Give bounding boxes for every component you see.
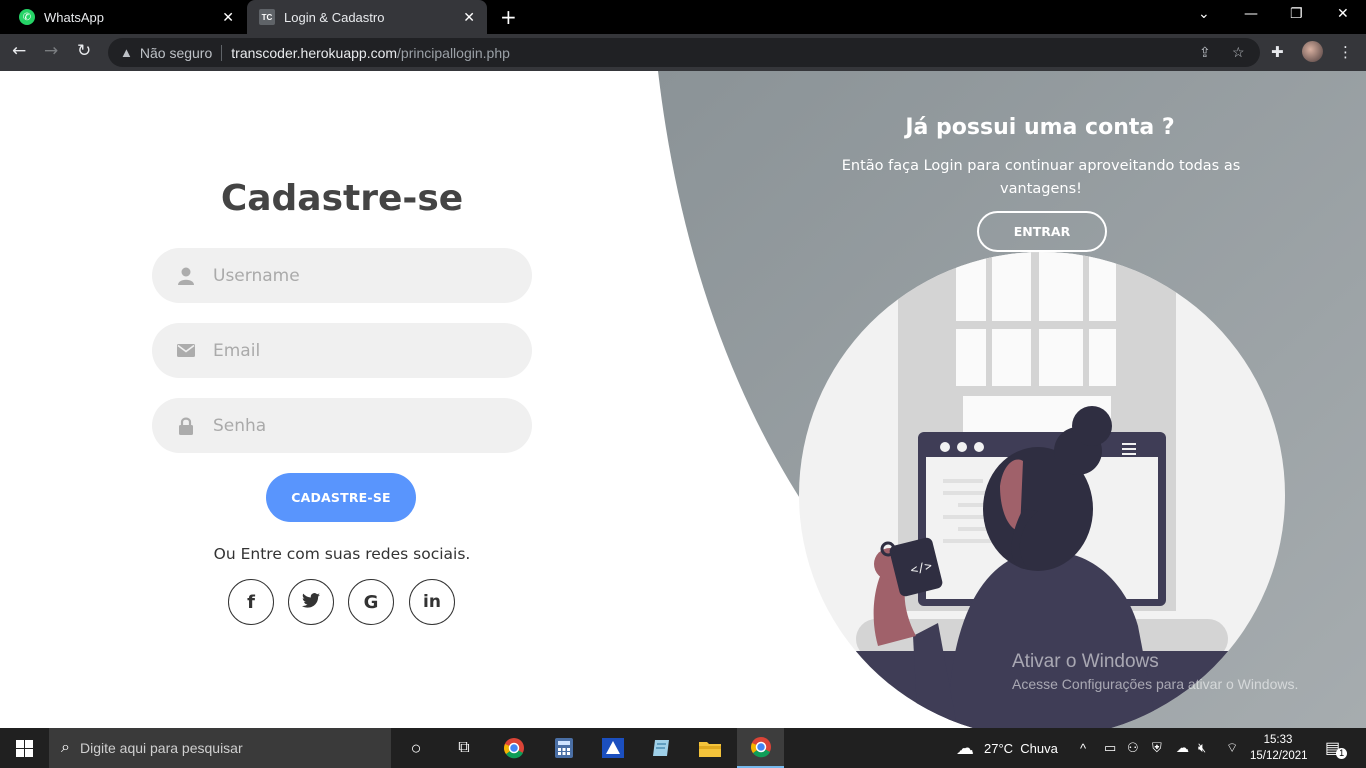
weather-text: 27°C Chuva (984, 740, 1058, 756)
username-input[interactable] (213, 265, 493, 286)
volume-muted-icon[interactable]: 🔇︎ (1198, 728, 1206, 768)
tab-login-cadastro[interactable]: TC Login & Cadastro ✕ (247, 0, 487, 34)
meet-now-icon[interactable]: ▭ (1104, 728, 1116, 768)
cortana-icon[interactable]: ○ (404, 736, 428, 760)
envelope-icon (176, 344, 196, 357)
linkedin-button[interactable]: in (409, 579, 455, 625)
show-hidden-icons[interactable]: ^ (1080, 728, 1086, 768)
browser-tab-bar: ✆ WhatsApp ✕ TC Login & Cadastro ✕ + ⌄ —… (0, 0, 1366, 34)
network-tray-icon[interactable]: ⚇ (1127, 728, 1139, 768)
facebook-icon: f (247, 591, 255, 613)
username-field[interactable] (152, 248, 532, 303)
share-icon[interactable]: ⇪ (1199, 44, 1211, 61)
chrome-active-icon[interactable] (737, 728, 784, 768)
watermark-title: Ativar o Windows (1012, 651, 1159, 672)
whatsapp-icon: ✆ (19, 9, 35, 25)
security-tray-icon[interactable]: ⛨ (1152, 728, 1162, 768)
search-icon: ⌕ (61, 739, 70, 756)
url-host[interactable]: transcoder.herokuapp.com (231, 45, 397, 61)
google-button[interactable]: G (348, 579, 394, 625)
rain-cloud-icon: ☁ (956, 737, 974, 758)
google-icon: G (363, 591, 379, 613)
new-tab-button[interactable]: + (500, 5, 517, 29)
search-placeholder: Digite aqui para pesquisar (79, 740, 243, 756)
taskbar-search[interactable]: ⌕ Digite aqui para pesquisar (49, 728, 391, 768)
wifi-icon[interactable]: ⌔ (1226, 728, 1238, 768)
watermark-subtitle: Acesse Configurações para ativar o Windo… (1012, 676, 1299, 692)
user-icon (176, 267, 196, 285)
twitter-button[interactable] (288, 579, 334, 625)
clock-time: 15:33 (1263, 734, 1293, 746)
email-field[interactable] (152, 323, 532, 378)
login-button[interactable]: ENTRAR (977, 211, 1107, 252)
clock-date: 15/12/2021 (1250, 750, 1308, 762)
restore-button[interactable]: ❐ (1290, 6, 1303, 22)
back-button[interactable]: ← (12, 41, 26, 61)
notification-center[interactable]: ▤ 1 (1325, 728, 1348, 768)
social-login-text: Ou Entre com suas redes sociais. (213, 545, 471, 563)
bookmark-star-icon[interactable]: ☆ (1232, 44, 1245, 61)
password-field[interactable] (152, 398, 532, 453)
linkedin-icon: in (423, 592, 441, 612)
address-bar[interactable]: ▲ Não seguro transcoder.herokuapp.com /p… (108, 38, 1260, 67)
weather-widget[interactable]: ☁ 27°C Chuva (956, 728, 1058, 768)
close-window-button[interactable]: ✕ (1337, 6, 1349, 22)
close-tab-icon[interactable]: ✕ (222, 9, 234, 26)
signup-title: Cadastre-se (220, 178, 464, 219)
twitter-icon (302, 592, 320, 613)
tab-search-icon[interactable]: ⌄ (1198, 6, 1210, 22)
start-button[interactable] (12, 736, 36, 760)
tab-title: WhatsApp (44, 9, 104, 25)
tab-title: Login & Cadastro (284, 9, 385, 25)
panel-text: Então faça Login para continuar aproveit… (841, 158, 1241, 197)
menu-icon[interactable]: ⋮ (1338, 43, 1353, 61)
extensions-icon[interactable]: ✚ (1271, 43, 1284, 61)
task-view-icon[interactable]: ⧉ (452, 736, 476, 760)
panel-title: Já possui uma conta ? (905, 115, 1175, 140)
file-explorer-icon[interactable] (698, 736, 722, 760)
transcoder-icon: TC (259, 9, 275, 25)
system-clock[interactable]: 15:33 15/12/2021 (1250, 732, 1308, 764)
notification-count: 1 (1336, 747, 1348, 759)
windows-taskbar: ⌕ Digite aqui para pesquisar ○ ⧉ ☁ 27°C … (0, 728, 1366, 768)
address-divider (221, 44, 223, 61)
calculator-icon[interactable] (552, 736, 576, 760)
minimize-button[interactable]: — (1244, 6, 1258, 22)
windows-activation-watermark: Ativar o Windows Acesse Configurações pa… (1012, 651, 1298, 692)
app-icon[interactable] (601, 736, 625, 760)
page-content: Cadastre-se CADASTRE-SE Ou Entre com sua… (0, 71, 1366, 728)
facebook-button[interactable]: f (228, 579, 274, 625)
reload-button[interactable]: ↻ (77, 41, 91, 61)
tab-whatsapp[interactable]: ✆ WhatsApp ✕ (0, 0, 246, 34)
profile-avatar[interactable] (1302, 41, 1323, 62)
security-label[interactable]: Não seguro (140, 45, 212, 61)
forward-button[interactable]: → (44, 41, 58, 61)
windows-logo-icon (15, 739, 33, 757)
url-path[interactable]: /principallogin.php (397, 45, 510, 61)
lock-icon (176, 417, 196, 435)
notes-icon[interactable] (649, 736, 673, 760)
warning-icon[interactable]: ▲ (120, 45, 133, 60)
cloud-error-icon[interactable]: ☁ (1176, 728, 1189, 768)
password-input[interactable] (213, 415, 493, 436)
browser-toolbar: ← → ↻ ▲ Não seguro transcoder.herokuapp.… (0, 34, 1366, 71)
close-tab-icon[interactable]: ✕ (463, 9, 475, 26)
email-input[interactable] (213, 340, 493, 361)
signup-button[interactable]: CADASTRE-SE (266, 473, 416, 522)
chrome-icon[interactable] (502, 736, 526, 760)
